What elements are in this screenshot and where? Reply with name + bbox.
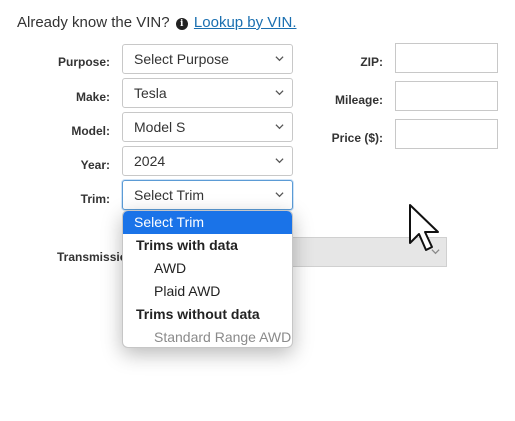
zip-label: ZIP:	[360, 55, 383, 69]
dropdown-option[interactable]: Plaid AWD	[123, 280, 292, 303]
mileage-label: Mileage:	[334, 93, 383, 107]
purpose-value: Select Purpose	[134, 51, 229, 67]
dropdown-option[interactable]: AWD	[123, 257, 292, 280]
mileage-input[interactable]	[395, 81, 498, 111]
year-select[interactable]: 2024	[122, 146, 293, 176]
dropdown-option-selected[interactable]: Select Trim	[123, 211, 292, 234]
chevron-down-icon	[275, 158, 284, 164]
chevron-down-icon	[275, 90, 284, 96]
model-value: Model S	[134, 119, 186, 135]
vin-question: Already know the VIN?	[17, 14, 170, 31]
chevron-down-icon	[275, 192, 284, 198]
option-group-label: Trims without data	[136, 306, 260, 322]
transmission-label: Transmissio	[57, 250, 128, 264]
option-group-label: Trims with data	[136, 237, 238, 253]
make-select[interactable]: Tesla	[122, 78, 293, 108]
lookup-by-vin-link[interactable]: Lookup by VIN.	[194, 14, 297, 31]
make-value: Tesla	[134, 85, 167, 101]
model-label: Model:	[71, 124, 110, 138]
trim-value: Select Trim	[134, 187, 205, 203]
chevron-down-icon	[275, 56, 284, 62]
make-label: Make:	[75, 90, 110, 104]
zip-input[interactable]	[395, 43, 498, 73]
info-circle-icon[interactable]: i	[175, 18, 188, 30]
trim-dropdown-list: Select Trim Trims with data AWD Plaid AW…	[122, 210, 293, 348]
vin-prompt: Already know the VIN? i Lookup by VIN.	[17, 14, 296, 31]
mouse-pointer-icon	[409, 204, 439, 251]
trim-select[interactable]: Select Trim	[122, 180, 293, 210]
price-input[interactable]	[395, 119, 498, 149]
trim-label: Trim:	[80, 192, 110, 206]
model-select[interactable]: Model S	[122, 112, 293, 142]
purpose-select[interactable]: Select Purpose	[122, 44, 293, 74]
chevron-down-icon	[275, 124, 284, 130]
purpose-label: Purpose:	[57, 55, 110, 69]
price-label: Price ($):	[331, 131, 383, 145]
dropdown-option-disabled: Standard Range AWD	[154, 329, 292, 345]
year-value: 2024	[134, 153, 166, 169]
year-label: Year:	[80, 158, 110, 172]
